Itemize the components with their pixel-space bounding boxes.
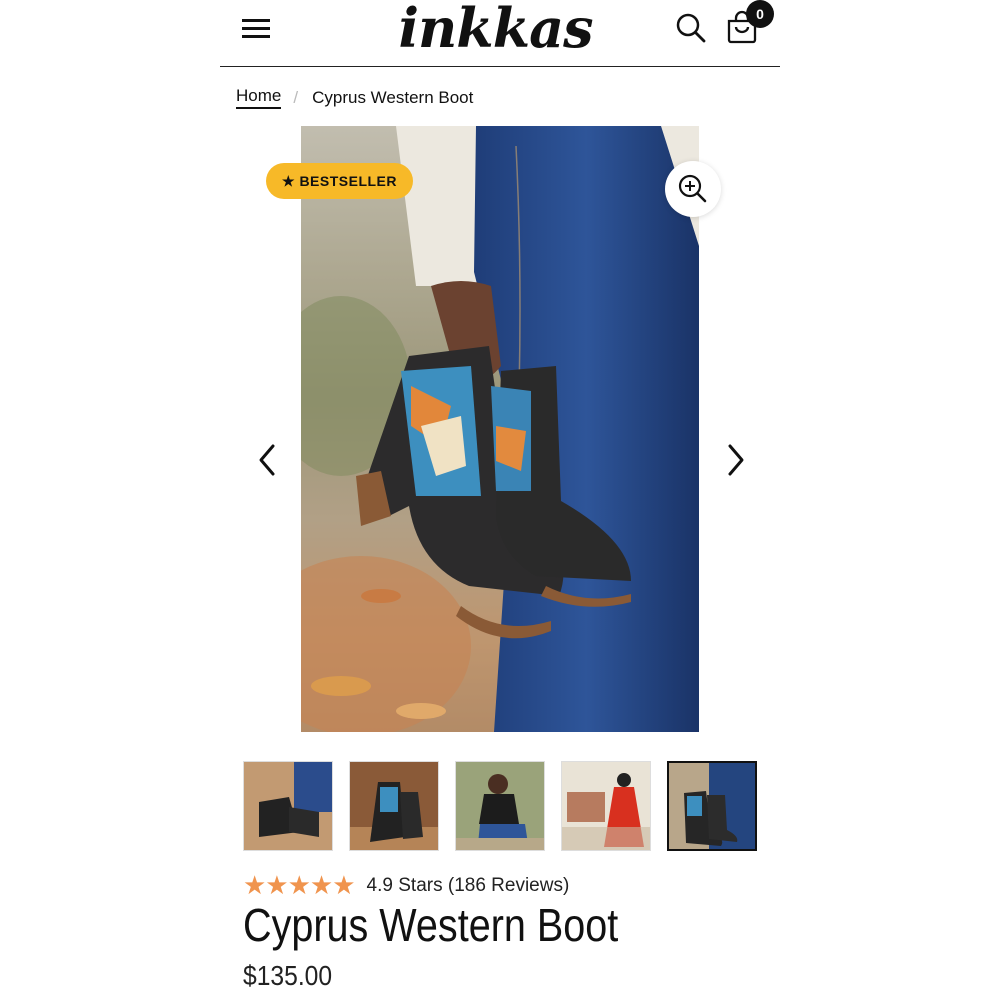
chevron-right-icon[interactable] — [720, 440, 750, 480]
cart-count-badge[interactable]: 0 — [746, 0, 774, 28]
thumbnail-strip — [243, 761, 757, 851]
thumbnail-4[interactable] — [561, 761, 651, 851]
breadcrumb: Home / Cyprus Western Boot — [236, 86, 473, 109]
chevron-left-icon[interactable] — [253, 440, 283, 480]
bestseller-badge: ★ BESTSELLER — [266, 163, 414, 199]
thumbnail-3[interactable] — [455, 761, 545, 851]
rating-text[interactable]: 4.9 Stars (186 Reviews) — [367, 875, 570, 897]
breadcrumb-home-link[interactable]: Home — [236, 86, 282, 109]
thumbnail-5-selected[interactable] — [667, 761, 757, 851]
product-main-image[interactable] — [301, 126, 699, 732]
product-rating[interactable]: ★★★★★ 4.9 Stars (186 Reviews) — [243, 870, 569, 901]
thumbnail-1[interactable] — [243, 761, 333, 851]
thumbnail-2[interactable] — [349, 761, 439, 851]
search-icon[interactable] — [675, 12, 707, 44]
breadcrumb-current: Cyprus Western Boot — [312, 87, 474, 107]
breadcrumb-separator: / — [293, 87, 299, 107]
site-header: inkkas® 0 — [220, 0, 780, 67]
product-title: Cyprus Western Boot — [243, 899, 619, 951]
zoom-in-icon[interactable] — [665, 161, 721, 217]
product-price: $135.00 — [243, 960, 333, 991]
star-icon: ★★★★★ — [243, 870, 356, 900]
